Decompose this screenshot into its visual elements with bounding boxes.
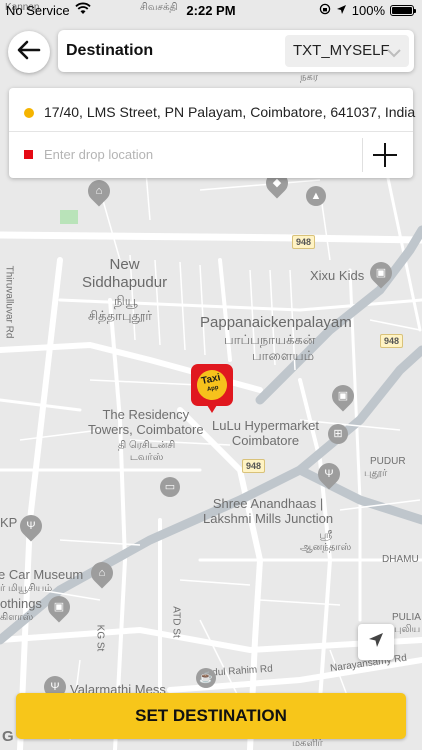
drop-location-input[interactable]	[44, 142, 354, 166]
chevron-down-icon	[387, 45, 401, 62]
map-label-pappanaickenpalayam-ta1: பாப்பநாயக்கன்	[224, 332, 316, 347]
map-label-car-museum-ta: ர் மியூசியம்	[0, 583, 53, 594]
destination-header: Destination TXT_MYSELF	[58, 30, 414, 72]
hotel-icon[interactable]: ▭	[160, 477, 180, 497]
road-shield-948: 948	[380, 334, 404, 348]
restaurant-pin-icon[interactable]: Ψ	[313, 458, 345, 490]
museum-pin-icon[interactable]: ⌂	[86, 557, 118, 589]
drop-square-icon	[24, 150, 33, 159]
address-card: 17/40, LMS Street, PN Palayam, Coimbator…	[9, 88, 416, 178]
my-location-button[interactable]	[358, 624, 394, 660]
map-label-clothings-ta: கிளாஸ்	[0, 612, 34, 623]
cart-icon[interactable]: ⊞	[328, 424, 348, 444]
status-bar: No Service 2:22 PM 100%	[0, 0, 422, 22]
map-label-pulia: PULIA	[392, 612, 421, 623]
back-button[interactable]	[8, 31, 50, 73]
map-label-pappanaickenpalayam: Pappanaickenpalayam	[200, 314, 352, 331]
plus-icon	[373, 143, 397, 167]
map-label-pappanaickenpalayam-ta2: பாளையம்	[252, 348, 315, 363]
shopping-pin-icon[interactable]: ▣	[43, 591, 75, 623]
navigation-arrow-icon	[367, 631, 385, 654]
map-label-residency-towers: The Residency Towers, Coimbatore	[88, 407, 204, 437]
map-label-new-siddhapudur: New Siddhapudur	[82, 256, 168, 291]
pickup-dot-icon	[24, 108, 34, 118]
arrow-left-icon	[17, 40, 41, 65]
status-right: 100%	[319, 3, 416, 18]
map-label-car-museum: e Car Museum	[0, 567, 84, 582]
divider	[362, 138, 363, 172]
map-label-kp: KP	[0, 515, 18, 530]
map-label-thiruvalluvar-rd: Thiruvalluvar Rd	[3, 265, 15, 339]
road-shield-948: 948	[242, 459, 266, 473]
map-label-magalir: மகளிர்	[292, 738, 323, 749]
map-label-new-siddhapudur-ta2: சித்தாபுதூர்	[88, 308, 153, 323]
battery-icon	[390, 5, 416, 16]
map-label-pudur-ta: புதூர்	[364, 468, 388, 479]
map-label-residency-towers-ta: தி ரெசிடன்சி டவர்ஸ்	[118, 440, 176, 463]
map-label-kg-st: KG St	[94, 624, 106, 652]
restaurant-pin-icon[interactable]: Ψ	[15, 510, 47, 542]
taxi-logo: Taxi App	[194, 367, 230, 403]
school-pin-icon[interactable]: ⌂	[83, 175, 115, 207]
road-shield-948: 948	[292, 235, 316, 249]
google-logo-icon: G	[2, 728, 14, 745]
map-label-pudur: PUDUR	[370, 456, 406, 467]
map-label-lulu: LuLu Hypermarket Coimbatore	[212, 418, 319, 448]
map-label-xixu-kids: Xixu Kids	[310, 268, 365, 283]
battery-percent: 100%	[351, 3, 385, 18]
orientation-lock-icon	[319, 3, 331, 18]
set-destination-button[interactable]: SET DESTINATION	[16, 693, 406, 739]
pickup-address: 17/40, LMS Street, PN Palayam, Coimbator…	[44, 104, 416, 120]
cafe-icon[interactable]: ☕	[196, 668, 216, 688]
page-title: Destination	[66, 42, 154, 59]
map-label-atd-st: ATD St	[170, 606, 182, 638]
map-label-pulia-ta: புலிய	[394, 624, 421, 635]
add-stop-button[interactable]	[371, 141, 399, 169]
map-label-shree-anandhaas: Shree Anandhaas | Lakshmi Mills Junction	[203, 496, 334, 526]
map-label-dhamu: DHAMU N	[382, 554, 422, 565]
shopping-pin-icon[interactable]: ▣	[327, 380, 359, 412]
pickup-row[interactable]: 17/40, LMS Street, PN Palayam, Coimbator…	[9, 88, 416, 132]
map-label-shree-anandhaas-ta: ஸ்ரீ ஆனந்தாஸ்	[300, 530, 352, 553]
map-label-nagar: நகர	[300, 72, 318, 83]
taxi-location-marker[interactable]: Taxi App	[191, 364, 233, 413]
profile-select-value: TXT_MYSELF	[293, 42, 390, 59]
school-icon[interactable]: ▲	[306, 186, 326, 206]
map-label-clothings: othings	[0, 596, 42, 611]
profile-select[interactable]: TXT_MYSELF	[285, 35, 409, 67]
shopping-pin-icon[interactable]: ▣	[365, 257, 397, 289]
drop-row	[9, 132, 413, 176]
map-label-new-siddhapudur-ta1: நியூ	[114, 293, 138, 308]
location-arrow-icon	[336, 3, 347, 18]
